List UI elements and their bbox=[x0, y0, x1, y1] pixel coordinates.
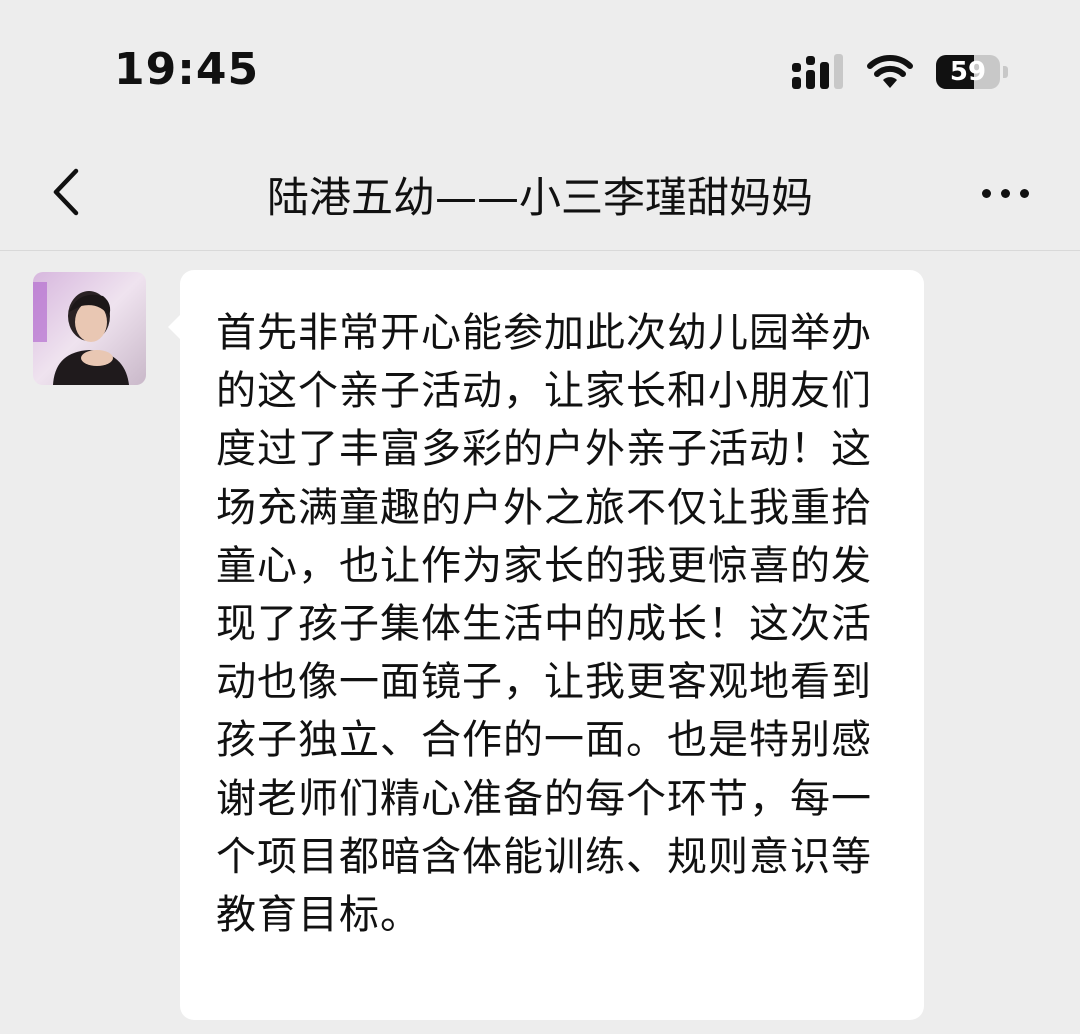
more-button[interactable] bbox=[970, 168, 1040, 218]
status-time: 19:45 bbox=[114, 44, 260, 95]
nav-bar: 陆港五幼——小三李瑾甜妈妈 bbox=[0, 140, 1080, 251]
chevron-left-icon bbox=[53, 168, 79, 216]
chat-screen: 19:45 59 陆港五幼——小三李瑾甜妈妈 首先非常开心能参加此次幼儿园举办的… bbox=[0, 0, 1080, 1034]
avatar[interactable] bbox=[33, 272, 146, 385]
signal-icon bbox=[792, 54, 843, 89]
status-bar: 19:45 59 bbox=[0, 0, 1080, 140]
battery-icon: 59 bbox=[936, 53, 1008, 91]
status-icons: 59 bbox=[792, 52, 1008, 92]
more-dots-icon bbox=[981, 188, 991, 198]
wifi-icon bbox=[867, 55, 913, 88]
message-text: 首先非常开心能参加此次幼儿园举办的这个亲子活动，让家长和小朋友们度过了丰富多彩的… bbox=[216, 310, 872, 939]
battery-cap bbox=[1003, 66, 1008, 78]
battery-level: 59 bbox=[949, 57, 987, 87]
more-dots-icon bbox=[1000, 188, 1010, 198]
back-button[interactable] bbox=[36, 162, 96, 222]
avatar-image bbox=[33, 272, 146, 385]
more-dots-icon bbox=[1019, 188, 1029, 198]
bubble-tail bbox=[168, 314, 181, 340]
battery-body: 59 bbox=[936, 55, 1000, 89]
message-bubble[interactable]: 首先非常开心能参加此次幼儿园举办的这个亲子活动，让家长和小朋友们度过了丰富多彩的… bbox=[168, 270, 924, 1020]
chat-title: 陆港五幼——小三李瑾甜妈妈 bbox=[266, 173, 813, 222]
